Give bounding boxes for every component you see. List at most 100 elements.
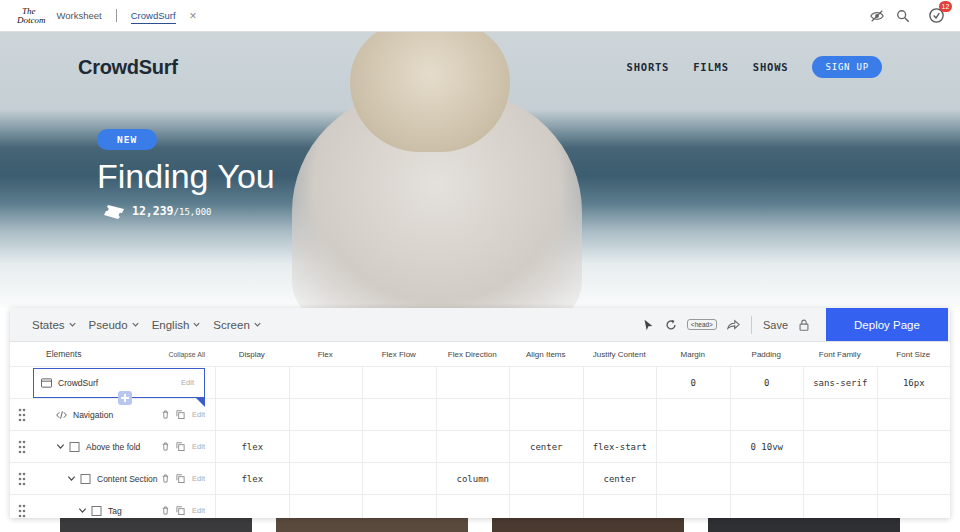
style-cell[interactable] (656, 431, 730, 462)
chevron-icon[interactable] (67, 474, 76, 483)
drag-handle-icon[interactable] (18, 472, 26, 486)
dropdown[interactable]: States (32, 319, 77, 331)
element-node[interactable]: NavigationEdit (33, 400, 215, 430)
card-image[interactable] (492, 518, 684, 532)
style-cell[interactable]: 0 (730, 367, 804, 398)
tab-label[interactable]: CrowdSurf (131, 8, 176, 24)
tab-label[interactable]: Worksheet (57, 8, 102, 23)
lock-icon[interactable] (797, 318, 811, 332)
style-cell[interactable] (509, 399, 583, 430)
edit-button[interactable]: Edit (192, 474, 205, 483)
style-cell[interactable] (289, 399, 363, 430)
style-cell[interactable] (362, 399, 436, 430)
drag-handle-icon[interactable] (18, 440, 26, 454)
style-cell[interactable] (215, 399, 289, 430)
element-row[interactable]: TagEdit (10, 494, 950, 518)
style-cell[interactable] (289, 367, 363, 398)
style-cell[interactable] (803, 463, 877, 494)
copy-icon[interactable] (176, 442, 185, 451)
style-cell[interactable] (509, 495, 583, 518)
style-cell[interactable] (656, 463, 730, 494)
copy-icon[interactable] (176, 474, 185, 483)
edit-button[interactable]: Edit (192, 410, 205, 419)
brand-logo[interactable]: CrowdSurf (78, 56, 178, 79)
style-cell[interactable]: column (436, 463, 510, 494)
tab[interactable]: Worksheet (57, 8, 131, 23)
card-image[interactable] (708, 518, 900, 532)
style-cell[interactable]: flex (215, 431, 289, 462)
element-node[interactable]: Content SectionEdit (33, 464, 215, 494)
logo[interactable]: TheDotcom (17, 7, 46, 25)
style-cell[interactable] (215, 367, 289, 398)
card-image[interactable] (276, 518, 468, 532)
dropdown[interactable]: Pseudo (89, 319, 140, 331)
style-cell[interactable] (436, 495, 510, 518)
style-cell[interactable] (803, 431, 877, 462)
style-cell[interactable] (730, 463, 804, 494)
style-cell[interactable] (656, 399, 730, 430)
style-cell[interactable] (877, 431, 951, 462)
chevron-icon[interactable] (56, 442, 65, 451)
copy-icon[interactable] (176, 506, 185, 515)
style-cell[interactable]: center (583, 463, 657, 494)
head-button[interactable]: <head> (687, 319, 717, 330)
dropdown[interactable]: English (152, 319, 202, 331)
style-cell[interactable]: center (509, 431, 583, 462)
trash-icon[interactable] (161, 474, 170, 483)
element-node[interactable]: TagEdit (33, 496, 215, 519)
style-cell[interactable] (436, 399, 510, 430)
style-cell[interactable]: 0 10vw (730, 431, 804, 462)
element-row[interactable]: Above the foldEditflex centerflex-start 0 … (10, 430, 950, 462)
element-node[interactable]: Above the foldEdit (33, 432, 215, 462)
style-cell[interactable] (436, 431, 510, 462)
style-cell[interactable] (289, 431, 363, 462)
style-cell[interactable]: flex-start (583, 431, 657, 462)
eye-slash-icon[interactable] (870, 9, 884, 23)
sign-up-button[interactable]: SIGN UP (812, 56, 882, 78)
refresh-icon[interactable] (664, 318, 678, 332)
style-cell[interactable] (877, 463, 951, 494)
element-row[interactable]: CrowdSurfEdit00sans-serif16px (10, 366, 950, 398)
style-cell[interactable] (362, 431, 436, 462)
card-image[interactable] (60, 518, 252, 532)
nav-item[interactable]: SHORTS (627, 61, 670, 73)
style-cell[interactable] (656, 495, 730, 518)
tab-close[interactable]: × (190, 9, 197, 23)
style-cell[interactable] (583, 367, 657, 398)
style-cell[interactable] (436, 367, 510, 398)
style-cell[interactable]: 0 (656, 367, 730, 398)
style-cell[interactable] (583, 495, 657, 518)
nav-item[interactable]: FILMS (693, 61, 729, 73)
style-cell[interactable] (730, 399, 804, 430)
deploy-button[interactable]: Deploy Page (826, 308, 948, 341)
search-icon[interactable] (896, 9, 910, 23)
drag-handle-icon[interactable] (18, 504, 26, 518)
nav-item[interactable]: SHOWS (753, 61, 789, 73)
style-cell[interactable] (362, 495, 436, 518)
trash-icon[interactable] (161, 506, 170, 515)
edit-button[interactable]: Edit (192, 442, 205, 451)
copy-icon[interactable] (176, 410, 185, 419)
notifications[interactable]: 12 (928, 7, 946, 25)
style-cell[interactable]: flex (215, 463, 289, 494)
edit-button[interactable]: Edit (181, 378, 194, 387)
style-cell[interactable] (583, 399, 657, 430)
add-icon[interactable] (118, 391, 132, 405)
style-cell[interactable] (289, 463, 363, 494)
drag-handle-icon[interactable] (18, 408, 26, 422)
style-cell[interactable]: sans-serif (803, 367, 877, 398)
style-cell[interactable] (730, 495, 804, 518)
style-cell[interactable] (803, 495, 877, 518)
edit-button[interactable]: Edit (192, 506, 205, 515)
element-node[interactable]: CrowdSurfEdit (33, 368, 205, 398)
trash-icon[interactable] (161, 442, 170, 451)
style-cell[interactable]: 16px (877, 367, 951, 398)
share-icon[interactable] (726, 318, 740, 332)
element-row[interactable]: Content SectionEditflex column center (10, 462, 950, 494)
cursor-icon[interactable] (641, 318, 655, 332)
dropdown[interactable]: Screen (213, 319, 261, 331)
style-cell[interactable] (803, 399, 877, 430)
element-row[interactable]: NavigationEdit (10, 398, 950, 430)
chevron-icon[interactable] (78, 506, 87, 515)
collapse-all-button[interactable]: Collapse All (168, 351, 205, 358)
